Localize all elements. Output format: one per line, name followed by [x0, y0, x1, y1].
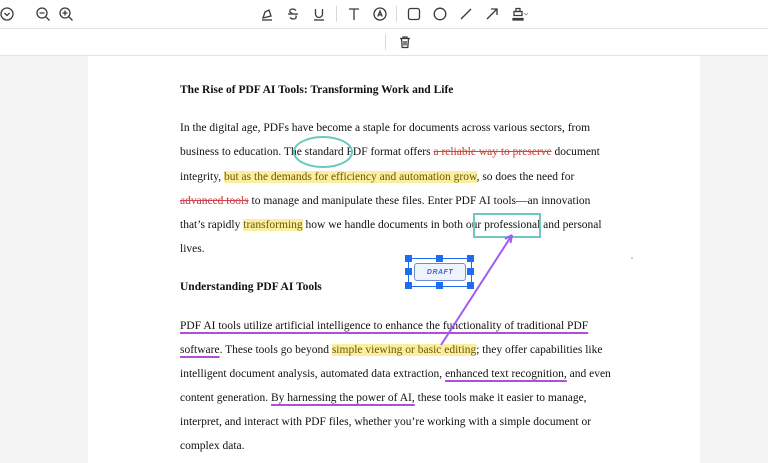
- resize-handle-w[interactable]: [405, 268, 412, 275]
- underlined-text[interactable]: PDF AI tools utilize artificial intellig…: [180, 320, 588, 332]
- strikethrough-text[interactable]: a reliable way to preserve: [434, 146, 552, 158]
- paragraph-line: software. These tools go beyond simple v…: [180, 344, 603, 356]
- annotation-toolbar: [0, 0, 768, 29]
- paragraph-line: In the digital age, PDFs have become a s…: [180, 122, 591, 134]
- zoom-out-icon[interactable]: [33, 4, 53, 24]
- section-heading: Understanding PDF AI Tools: [180, 281, 322, 293]
- paragraph-line: advanced tools to manage and manipulate …: [180, 195, 591, 207]
- highlighted-text[interactable]: simple viewing or basic editing: [331, 344, 477, 356]
- underlined-text[interactable]: enhanced text recognition,: [445, 368, 567, 380]
- chevron-down-icon[interactable]: [521, 4, 531, 24]
- underlined-text[interactable]: software: [180, 344, 220, 356]
- paragraph-line: intelligent document analysis, automated…: [180, 368, 611, 380]
- underline-icon[interactable]: [309, 4, 329, 24]
- resize-handle-ne[interactable]: [467, 255, 474, 262]
- highlighted-text[interactable]: but as the demands for efficiency and au…: [223, 171, 477, 183]
- line-icon[interactable]: [456, 4, 476, 24]
- toolbar-divider: [336, 6, 337, 22]
- paragraph-line: lives.: [180, 243, 205, 255]
- paragraph-line: complex data.: [180, 440, 245, 452]
- toolbar-divider: [385, 34, 386, 50]
- resize-handle-e[interactable]: [467, 268, 474, 275]
- zoom-in-icon[interactable]: [56, 4, 76, 24]
- paragraph-line: integrity, but as the demands for effici…: [180, 171, 575, 183]
- resize-handle-s[interactable]: [436, 282, 443, 289]
- resize-handle-se[interactable]: [467, 282, 474, 289]
- arrow-icon[interactable]: [482, 4, 502, 24]
- highlighted-text[interactable]: transforming: [243, 219, 303, 231]
- trash-icon[interactable]: [395, 32, 415, 52]
- resize-handle-nw[interactable]: [405, 255, 412, 262]
- strikethrough-icon[interactable]: [283, 4, 303, 24]
- resize-handle-sw[interactable]: [405, 282, 412, 289]
- ellipse-icon[interactable]: [430, 4, 450, 24]
- paragraph-line: content generation. By harnessing the po…: [180, 392, 587, 404]
- stamp-circle-icon[interactable]: [370, 4, 390, 24]
- highlight-icon[interactable]: [257, 4, 277, 24]
- text-icon[interactable]: [344, 4, 364, 24]
- draft-stamp[interactable]: DRAFT: [414, 263, 466, 281]
- property-bar: [0, 29, 768, 56]
- underlined-text[interactable]: By harnessing the power of AI,: [271, 392, 415, 404]
- strikethrough-text[interactable]: advanced tools: [180, 195, 249, 207]
- paragraph-line: that’s rapidly transforming how we handl…: [180, 219, 602, 231]
- document-title: The Rise of PDF AI Tools: Transforming W…: [180, 84, 454, 96]
- paragraph-line: PDF AI tools utilize artificial intellig…: [180, 320, 588, 332]
- paragraph-line: interpret, and interact with PDF files, …: [180, 416, 592, 428]
- rectangle-icon[interactable]: [404, 4, 424, 24]
- toolbar-divider: [396, 6, 397, 22]
- paragraph-line: business to education. The standard PDF …: [180, 146, 600, 158]
- resize-handle-n[interactable]: [436, 255, 443, 262]
- collapse-icon[interactable]: [0, 4, 17, 24]
